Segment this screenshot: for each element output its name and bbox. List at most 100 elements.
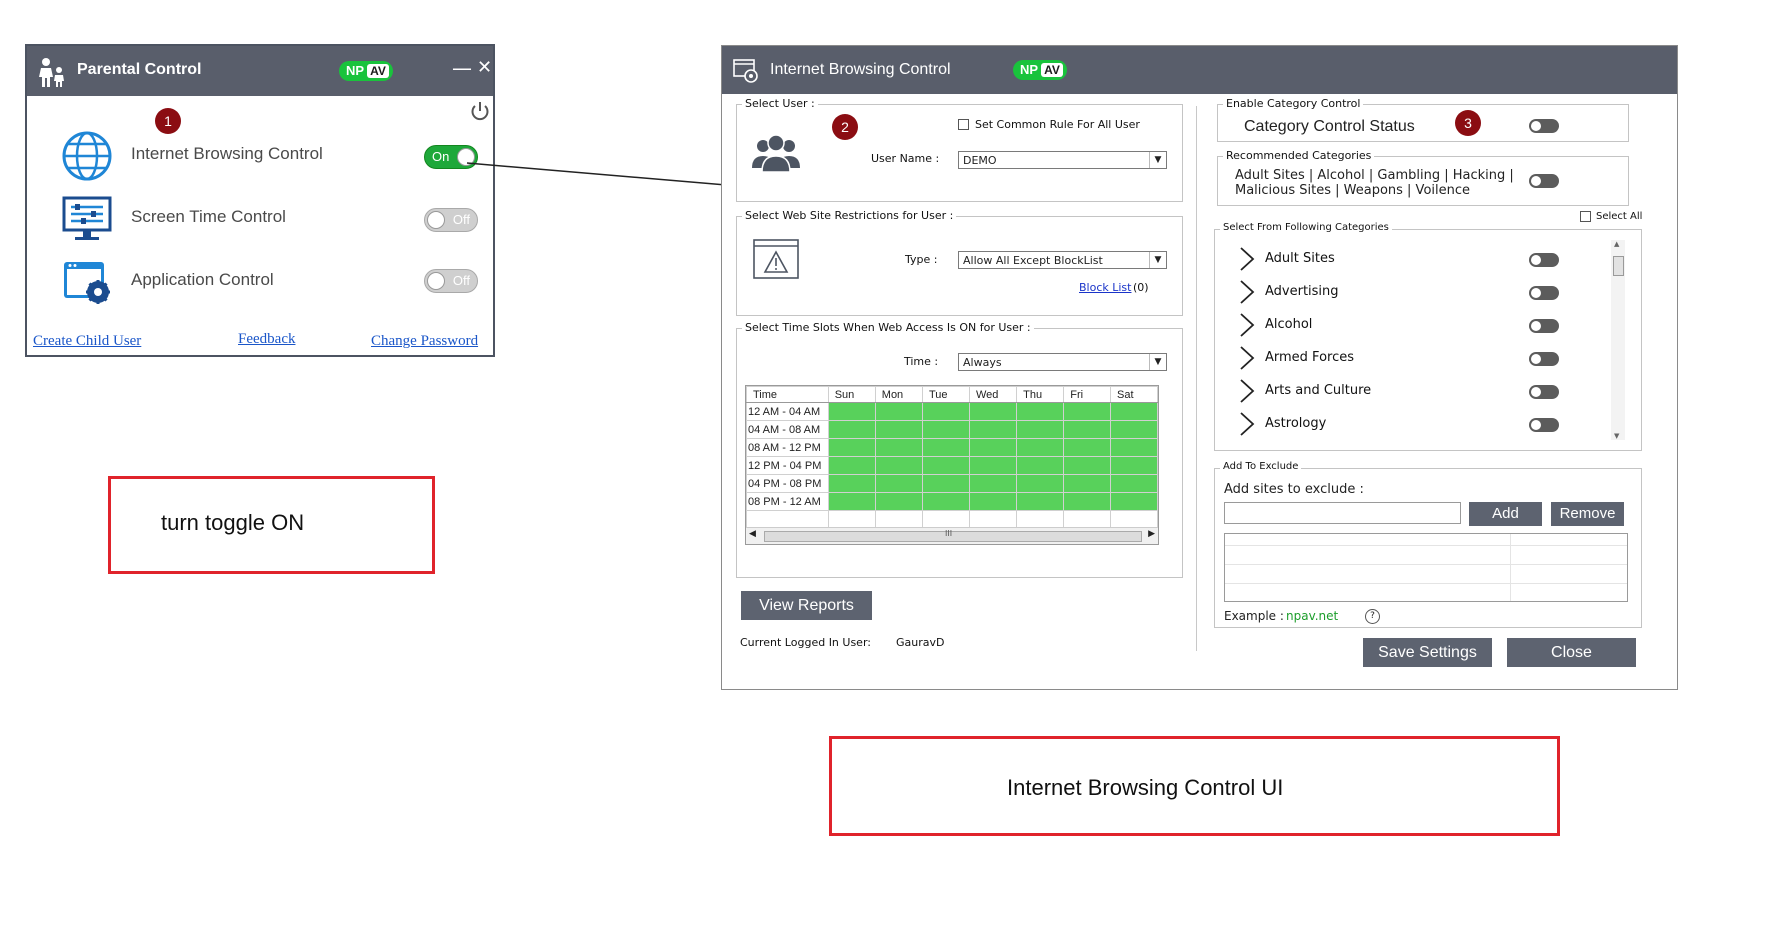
select-all-checkbox[interactable] bbox=[1580, 211, 1591, 222]
slot-cell[interactable] bbox=[1063, 402, 1111, 421]
list-item[interactable]: Astrology bbox=[1215, 408, 1559, 441]
slot-cell[interactable] bbox=[968, 456, 1018, 475]
select-user-group: Select User : 2 Set Common Rule For All … bbox=[736, 97, 1183, 202]
block-list-link[interactable]: Block List bbox=[1079, 281, 1131, 294]
slot-cell[interactable] bbox=[827, 420, 876, 439]
slot-cell[interactable] bbox=[1110, 420, 1158, 439]
slot-cell[interactable] bbox=[921, 456, 970, 475]
help-icon[interactable]: ? bbox=[1365, 609, 1380, 624]
slot-cell[interactable] bbox=[874, 456, 923, 475]
slot-cell[interactable] bbox=[1110, 402, 1158, 421]
slot-cell[interactable] bbox=[874, 438, 923, 457]
category-toggle[interactable] bbox=[1529, 286, 1559, 300]
categories-group: Select From Following Categories Adult S… bbox=[1214, 222, 1642, 451]
save-settings-button[interactable]: Save Settings bbox=[1363, 638, 1492, 667]
slot-cell[interactable] bbox=[827, 474, 876, 493]
slot-cell[interactable] bbox=[1063, 420, 1111, 439]
scroll-right-icon[interactable]: ▶ bbox=[1148, 529, 1155, 539]
grid-header: Sat bbox=[1110, 386, 1158, 403]
category-toggle[interactable] bbox=[1529, 418, 1559, 432]
grid-header: Fri bbox=[1063, 386, 1111, 403]
slot-cell[interactable] bbox=[874, 420, 923, 439]
time-slots-group: Select Time Slots When Web Access Is ON … bbox=[736, 321, 1183, 578]
slot-cell[interactable] bbox=[1016, 402, 1065, 421]
category-toggle[interactable] bbox=[1529, 385, 1559, 399]
time-slot-label: 08 AM - 12 PM bbox=[746, 438, 829, 457]
slot-cell[interactable] bbox=[874, 402, 923, 421]
slot-cell[interactable] bbox=[827, 438, 876, 457]
exclude-list[interactable] bbox=[1224, 533, 1628, 602]
slot-cell[interactable] bbox=[1016, 492, 1065, 511]
list-item[interactable]: Adult Sites bbox=[1215, 243, 1559, 276]
slot-cell[interactable] bbox=[874, 492, 923, 511]
restrictions-legend: Select Web Site Restrictions for User : bbox=[742, 209, 957, 222]
slot-cell[interactable] bbox=[1016, 420, 1065, 439]
slot-cell[interactable] bbox=[1063, 474, 1111, 493]
time-label: Time : bbox=[904, 355, 939, 368]
time-dropdown[interactable]: Always ▼ bbox=[958, 353, 1167, 371]
slot-cell[interactable] bbox=[827, 456, 876, 475]
categories-legend: Select From Following Categories bbox=[1220, 222, 1392, 233]
list-item[interactable]: Advertising bbox=[1215, 276, 1559, 309]
scroll-down-icon[interactable]: ▼ bbox=[1614, 432, 1619, 440]
slot-cell[interactable] bbox=[968, 438, 1018, 457]
slot-cell[interactable] bbox=[1110, 438, 1158, 457]
category-toggle[interactable] bbox=[1529, 253, 1559, 267]
slot-cell[interactable] bbox=[921, 474, 970, 493]
slot-cell[interactable] bbox=[1063, 492, 1111, 511]
table-row: 08 AM - 12 PM bbox=[746, 438, 1158, 457]
recommended-toggle[interactable] bbox=[1529, 174, 1559, 188]
slot-cell[interactable] bbox=[1110, 492, 1158, 511]
chevron-right-icon bbox=[1240, 247, 1255, 271]
category-control-legend: Enable Category Control bbox=[1223, 97, 1364, 110]
remove-button[interactable]: Remove bbox=[1551, 502, 1624, 526]
type-dropdown[interactable]: Allow All Except BlockList ▼ bbox=[958, 251, 1167, 269]
example-value: npav.net bbox=[1286, 609, 1339, 623]
username-dropdown[interactable]: DEMO ▼ bbox=[958, 151, 1167, 169]
exclude-legend: Add To Exclude bbox=[1220, 461, 1302, 472]
category-toggle[interactable] bbox=[1529, 319, 1559, 333]
slot-cell[interactable] bbox=[1016, 456, 1065, 475]
slot-cell[interactable] bbox=[1016, 474, 1065, 493]
category-toggle[interactable] bbox=[1529, 352, 1559, 366]
category-control-toggle[interactable] bbox=[1529, 119, 1559, 133]
view-reports-button[interactable]: View Reports bbox=[741, 591, 872, 620]
slot-cell[interactable] bbox=[968, 474, 1018, 493]
list-item[interactable]: Arts and Culture bbox=[1215, 375, 1559, 408]
list-item[interactable]: Armed Forces bbox=[1215, 342, 1559, 375]
slot-cell[interactable] bbox=[1110, 456, 1158, 475]
common-rule-checkbox[interactable] bbox=[958, 119, 969, 130]
horizontal-scrollbar[interactable]: ◀ III ▶ bbox=[746, 527, 1158, 544]
slot-cell[interactable] bbox=[968, 492, 1018, 511]
scroll-thumb[interactable] bbox=[1613, 256, 1624, 276]
slot-cell[interactable] bbox=[1110, 474, 1158, 493]
scroll-up-icon[interactable]: ▲ bbox=[1614, 240, 1619, 248]
slot-cell[interactable] bbox=[827, 402, 876, 421]
current-user-value: GauravD bbox=[896, 636, 945, 649]
category-status-label: Category Control Status bbox=[1244, 118, 1415, 135]
add-button[interactable]: Add bbox=[1469, 502, 1542, 526]
slot-cell[interactable] bbox=[968, 420, 1018, 439]
slot-cell[interactable] bbox=[921, 420, 970, 439]
slot-cell[interactable] bbox=[968, 402, 1018, 421]
category-name: Arts and Culture bbox=[1265, 383, 1372, 398]
slot-cell[interactable] bbox=[921, 438, 970, 457]
vertical-scrollbar[interactable]: ▲ ▼ bbox=[1611, 240, 1625, 440]
slot-cell[interactable] bbox=[1063, 438, 1111, 457]
exclude-site-input[interactable] bbox=[1224, 502, 1461, 524]
recommended-line-2: Malicious Sites | Weapons | Voilence bbox=[1235, 183, 1471, 198]
slot-cell[interactable] bbox=[1063, 456, 1111, 475]
slot-cell[interactable] bbox=[827, 492, 876, 511]
slot-cell[interactable] bbox=[874, 474, 923, 493]
column-divider bbox=[1196, 106, 1197, 651]
scroll-left-icon[interactable]: ◀ bbox=[749, 529, 756, 539]
close-button[interactable]: Close bbox=[1507, 638, 1636, 667]
warning-window-icon bbox=[753, 239, 799, 279]
slot-cell[interactable] bbox=[921, 492, 970, 511]
scroll-thumb[interactable]: III bbox=[764, 529, 1142, 542]
slot-cell[interactable] bbox=[921, 402, 970, 421]
slot-cell[interactable] bbox=[1016, 438, 1065, 457]
time-slots-legend: Select Time Slots When Web Access Is ON … bbox=[742, 321, 1034, 334]
list-item[interactable]: Alcohol bbox=[1215, 309, 1559, 342]
table-row: 04 AM - 08 AM bbox=[746, 420, 1158, 439]
